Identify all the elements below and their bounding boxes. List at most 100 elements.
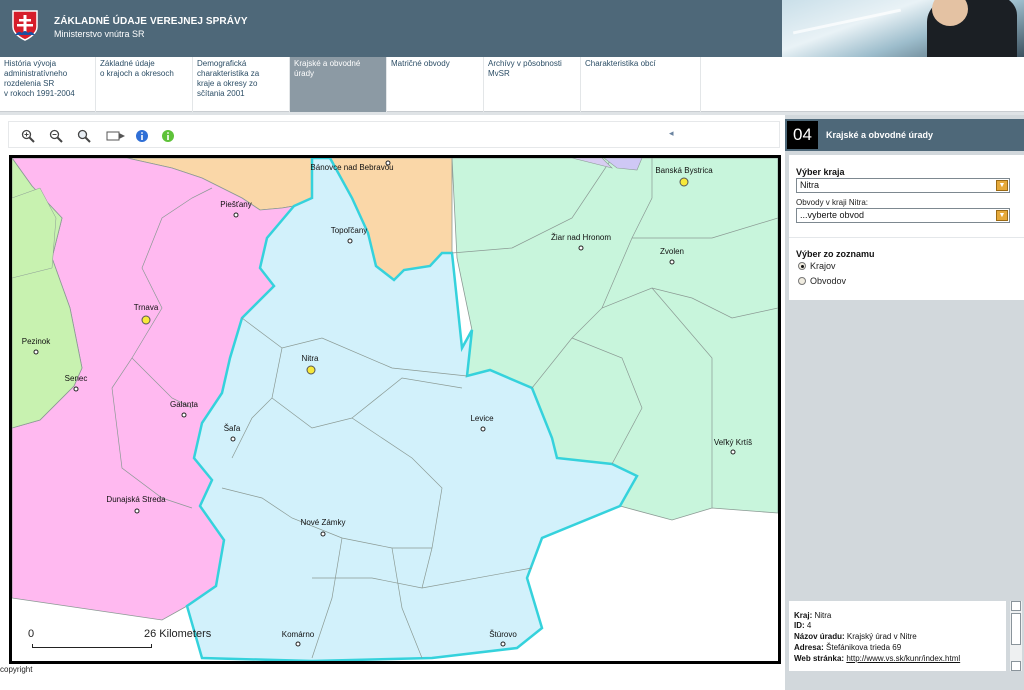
tab-label: Krajské a obvodné úrady [294,59,361,78]
tab-zakladne-udaje[interactable]: Základné údaje o krajoch a okresoch [96,57,193,112]
city-label: Štúrovo [489,630,517,639]
info-key: ID: [794,621,805,630]
tab-label: História vývoja administratívneho rozdel… [4,59,75,98]
city-label: Banská Bystrica [655,166,713,175]
header-banner: ZÁKLADNÉ ÚDAJE VEREJNEJ SPRÁVY Ministers… [0,0,1024,57]
main-nav: História vývoja administratívneho rozdel… [0,57,1024,112]
chevron-down-icon[interactable]: ▼ [996,180,1008,191]
info-value: Štefánikova trieda 69 [826,643,902,652]
capital-marker [141,315,151,325]
office-info: Kraj: Nitra ID: 4 Názov úradu: Krajský ú… [789,601,1006,671]
scroll-down-icon[interactable] [1011,661,1021,671]
kraj-label: Výber kraja [796,167,845,177]
tab-charakteristika-obci[interactable]: Charakteristika obcí [581,57,701,112]
info-key: Adresa: [794,643,824,652]
city-marker [480,426,486,432]
city-label: Topoľčany [330,226,368,235]
region-map [12,158,778,661]
radio-obvodov[interactable]: Obvodov [798,276,846,286]
info-icon[interactable] [133,127,151,145]
scale-label: 26 Kilometers [144,628,212,640]
city-marker [73,386,79,392]
city-marker [385,160,391,166]
tab-matricne-obvody[interactable]: Matričné obvody [387,57,484,112]
city-label: Komárno [281,630,315,639]
radio-krajov[interactable]: Krajov [798,261,836,271]
pan-icon[interactable] [105,127,127,145]
right-panel: 04 Krajské a obvodné úrady Výber kraja N… [785,115,1024,690]
city-marker [134,508,140,514]
kraj-select[interactable]: Nitra ▼ [796,178,1010,193]
collapse-caret-icon[interactable]: ◂ [669,128,674,139]
scale-zero: 0 [28,628,35,640]
web-link[interactable]: http://www.vs.sk/kunr/index.html [846,654,960,663]
tab-label: Základné údaje o krajoch a okresoch [100,59,174,78]
slovak-crest-icon [12,10,38,41]
capital-marker [679,177,689,187]
city-label: Piešťany [220,200,252,209]
city-marker [230,436,236,442]
obvod-select-value: ...vyberte obvod [800,210,865,220]
city-marker [578,245,584,251]
city-label: Pezinok [21,337,51,346]
divider [789,237,1024,238]
capital-marker [306,365,316,375]
city-marker [320,531,326,537]
obvod-label: Obvody v kraji Nitra: [796,198,869,207]
city-label: Zvolen [659,247,685,256]
tab-demograficka[interactable]: Demografická charakteristika za kraje a … [193,57,290,112]
tab-label: Demografická charakteristika za kraje a … [197,59,260,98]
copyright-text: copyright [0,665,33,674]
city-marker [500,641,506,647]
city-label: Bánovce nad Bebravou [310,163,394,172]
zoom-in-icon[interactable] [19,127,37,145]
city-label: Šaľa [223,424,241,433]
info-key: Web stránka: [794,654,845,663]
kraj-select-value: Nitra [800,180,820,190]
site-title: ZÁKLADNÉ ÚDAJE VEREJNEJ SPRÁVY [54,16,248,27]
zoom-out-icon[interactable] [47,127,65,145]
city-label: Trnava [133,303,159,312]
city-label: Senec [64,374,88,383]
map-view[interactable]: Bánovce nad Bebravou Piešťany Topoľčany … [9,155,781,664]
city-marker [181,412,187,418]
info-value: 4 [806,621,812,630]
scroll-thumb[interactable] [1011,613,1021,645]
tab-krajske-urady[interactable]: Krajské a obvodné úrady [290,57,387,112]
zoom-extent-icon[interactable] [75,127,93,145]
city-marker [233,212,239,218]
tab-label: Charakteristika obcí [585,59,656,68]
tab-label: Archívy v pôsobnosti MvSR [488,59,562,78]
city-marker [669,259,675,265]
city-marker [347,238,353,244]
city-label: Nové Zámky [300,518,346,527]
chevron-down-icon[interactable]: ▼ [996,210,1008,221]
info-key: Názov úradu: [794,632,845,641]
scroll-up-icon[interactable] [1011,601,1021,611]
map-toolbar: ◂ [8,121,780,148]
panel-header: 04 Krajské a obvodné úrady [785,119,1024,151]
city-label: Veľký Krtíš [713,438,753,447]
info-value: Krajský úrad v Nitre [846,632,917,641]
tab-label: Matričné obvody [391,59,450,68]
header-photo [782,0,1024,57]
city-label: Levice [470,414,494,423]
city-marker [295,641,301,647]
radio-label: Krajov [810,261,836,271]
radio-button[interactable] [798,277,806,285]
radio-button-checked[interactable] [798,262,806,270]
selection-form: Výber kraja Nitra ▼ Obvody v kraji Nitra… [789,155,1024,300]
city-label: Galanta [169,400,199,409]
list-label: Výber zo zoznamu [796,249,875,259]
identify-icon[interactable] [159,127,177,145]
panel-title: Krajské a obvodné úrady [826,130,934,140]
tab-historia[interactable]: História vývoja administratívneho rozdel… [0,57,96,112]
city-label: Nitra [301,354,319,363]
city-label: Žiar nad Hronom [550,233,612,242]
tab-archivy[interactable]: Archívy v pôsobnosti MvSR [484,57,581,112]
info-scrollbar[interactable] [1010,601,1022,671]
obvod-select[interactable]: ...vyberte obvod ▼ [796,208,1010,223]
city-label: Dunajská Streda [106,495,166,504]
site-subtitle: Ministerstvo vnútra SR [54,29,145,39]
scale-bar [32,644,152,648]
